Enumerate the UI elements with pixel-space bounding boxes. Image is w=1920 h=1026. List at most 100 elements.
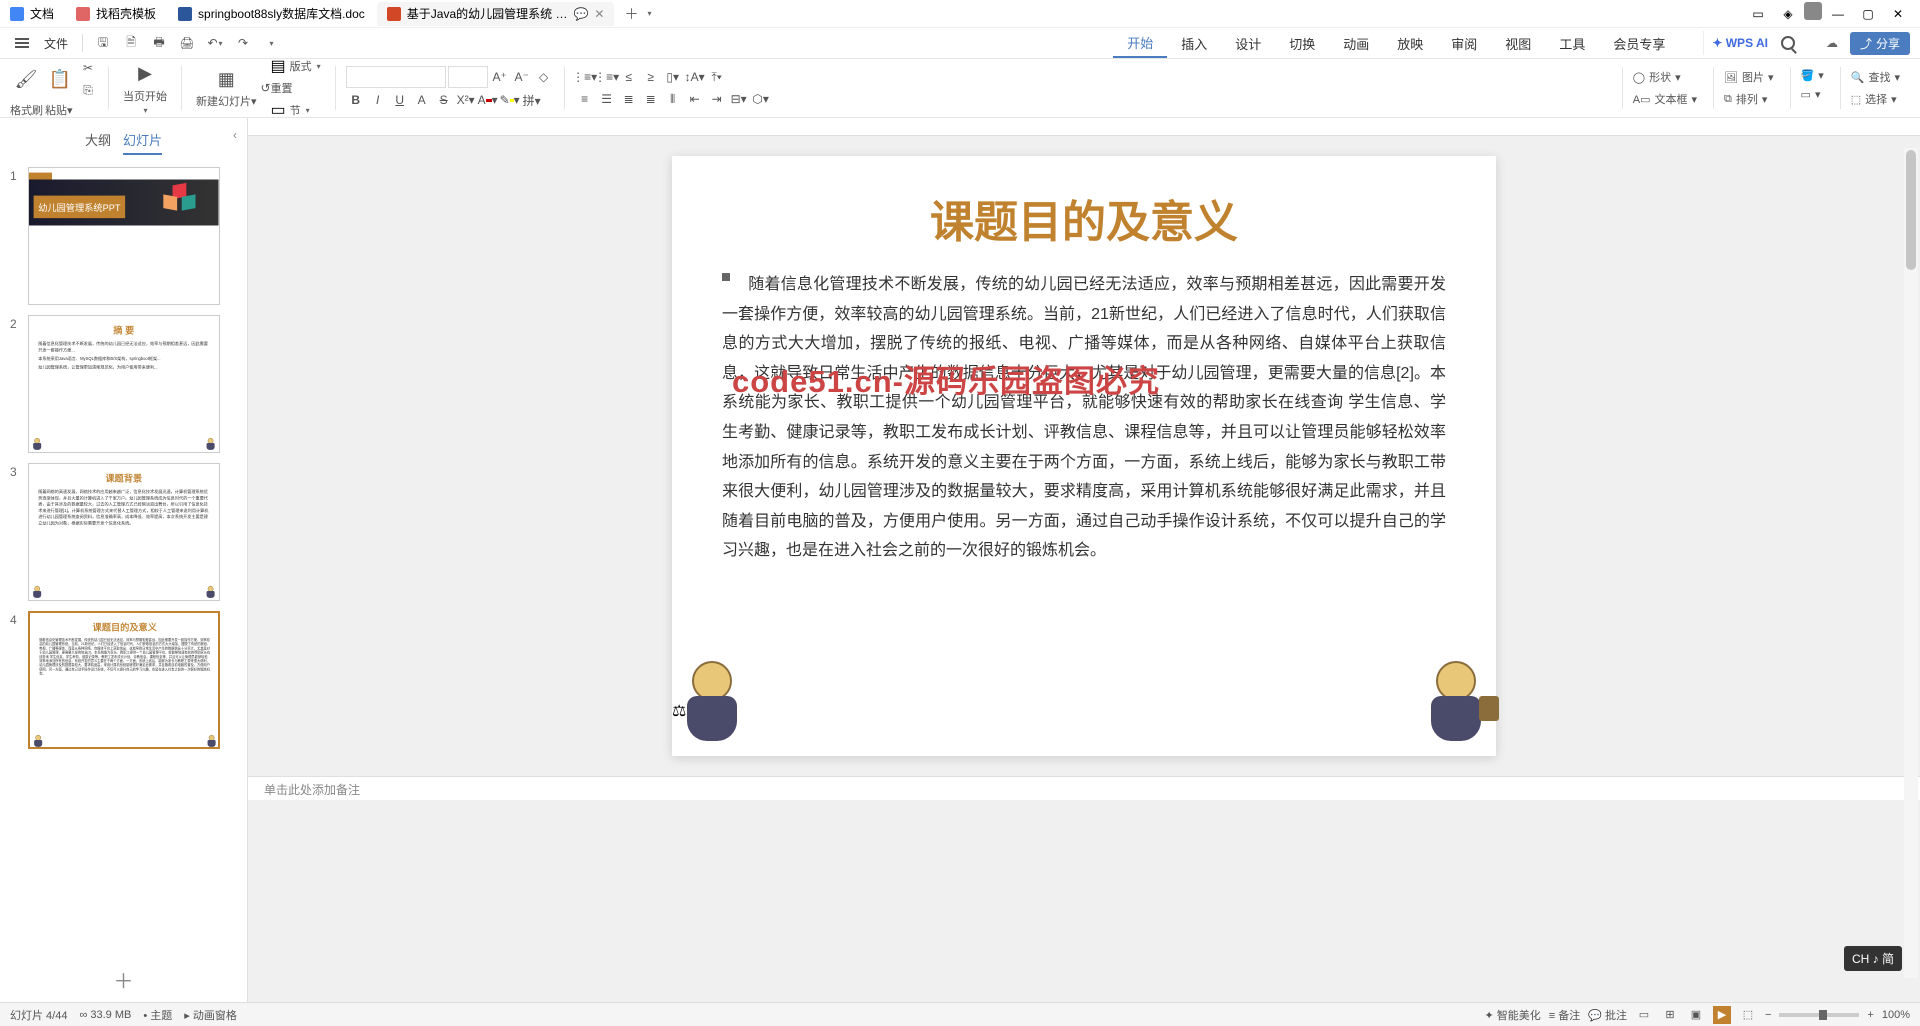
scrollbar-thumb[interactable] (1906, 150, 1916, 270)
share-button[interactable]: ⤴ 分享 (1850, 32, 1910, 55)
print-preview-icon[interactable]: 🖨 (175, 31, 199, 55)
cloud-sync-icon[interactable]: ☁ (1820, 31, 1844, 55)
section-button[interactable]: ▭节▾ (267, 100, 325, 120)
close-window-button[interactable]: ✕ (1884, 2, 1912, 26)
zoom-level[interactable]: 100% (1882, 1009, 1910, 1021)
paste-button[interactable]: 📋 (44, 67, 76, 91)
decrease-indent-icon[interactable]: ≤ (619, 67, 639, 87)
undo-icon[interactable]: ↶▾ (203, 31, 227, 55)
start-from-current-button[interactable]: ▶当页开始▾ (119, 62, 171, 115)
wps-ai-button[interactable]: ✦ WPS AI (1712, 36, 1768, 50)
add-slide-button[interactable]: ＋ (0, 957, 247, 1002)
format-brush-button[interactable]: 🖌 (10, 67, 42, 91)
italic-icon[interactable]: I (368, 90, 388, 110)
save-icon[interactable]: 🖫 (91, 31, 115, 55)
arrange-button[interactable]: ⧉排列▾ (1720, 89, 1778, 109)
search-icon[interactable] (1776, 31, 1800, 55)
close-icon[interactable]: ✕ (594, 7, 604, 21)
align-center-icon[interactable]: ☰ (597, 89, 617, 109)
sorter-view-icon[interactable]: ⊞ (1661, 1006, 1679, 1024)
export-icon[interactable]: 🗎 (119, 31, 143, 55)
menu-start[interactable]: 开始 (1113, 28, 1167, 58)
decrease-font-icon[interactable]: A⁻ (512, 67, 532, 87)
zoom-in-button[interactable]: + (1867, 1009, 1873, 1021)
browser-view-icon[interactable]: ⬚ (1739, 1006, 1757, 1024)
menu-view[interactable]: 视图 (1491, 28, 1545, 58)
shape-button[interactable]: ◯形状▾ (1629, 67, 1701, 87)
ime-indicator[interactable]: CH ♪ 简 (1844, 946, 1902, 971)
tab-word[interactable]: springboot88sly数据库文档.doc (168, 2, 375, 26)
select-button[interactable]: ⬚选择▾ (1847, 89, 1904, 109)
slide-canvas[interactable]: 课题目的及意义 随着信息化管理技术不断发展，传统的幼儿园已经无法适应，效率与预期… (672, 156, 1496, 756)
menu-review[interactable]: 审阅 (1437, 28, 1491, 58)
hamburger-icon[interactable] (10, 31, 34, 55)
paste-label[interactable]: 粘贴▾ (45, 102, 73, 118)
slide-body[interactable]: 随着信息化管理技术不断发展，传统的幼儿园已经无法适应，效率与预期相差甚远，因此需… (722, 270, 1446, 566)
layout-button[interactable]: ▤版式▾ (267, 56, 325, 76)
indent-left-icon[interactable]: ⇤ (685, 89, 705, 109)
align-right-icon[interactable]: ≣ (619, 89, 639, 109)
thumbnail-4[interactable]: 课题目的及意义 随着信息化管理技术不断发展，传统的幼儿园已经无法适应，效率与预期… (28, 611, 220, 749)
image-button[interactable]: 🖼图片▾ (1720, 67, 1778, 87)
clear-format-icon[interactable]: ◇ (534, 67, 554, 87)
notes-toggle[interactable]: ≡ 备注 (1549, 1007, 1580, 1023)
file-menu[interactable]: 文件 (38, 35, 74, 52)
columns-icon[interactable]: ▯▾ (663, 67, 683, 87)
align-left-icon[interactable]: ≡ (575, 89, 595, 109)
textbox-button[interactable]: A▭文本框▾ (1629, 89, 1701, 109)
outline-button[interactable]: ▭▾ (1797, 86, 1828, 103)
menu-slideshow[interactable]: 放映 (1383, 28, 1437, 58)
menu-animation[interactable]: 动画 (1329, 28, 1383, 58)
vertical-scrollbar[interactable] (1904, 148, 1918, 978)
more-qa-icon[interactable]: ▾ (259, 31, 283, 55)
thumbnail-1[interactable]: 幼儿园管理系统PPT (28, 167, 220, 305)
redo-icon[interactable]: ↷ (231, 31, 255, 55)
distribute-icon[interactable]: ⫴ (663, 89, 683, 109)
minimize-button[interactable]: — (1824, 2, 1852, 26)
maximize-button[interactable]: ▢ (1854, 2, 1882, 26)
menu-design[interactable]: 设计 (1221, 28, 1275, 58)
copy-icon[interactable]: ⎘ (78, 80, 98, 100)
add-tab-button[interactable]: ＋ (616, 4, 646, 24)
font-color-icon[interactable]: A▾ (478, 90, 498, 110)
restore-tabs-icon[interactable]: ▭ (1744, 2, 1772, 26)
tab-menu-caret[interactable]: ▾ (647, 9, 651, 18)
reading-view-icon[interactable]: ▣ (1687, 1006, 1705, 1024)
notes-placeholder[interactable]: 单击此处添加备注 (248, 776, 1920, 800)
align-justify-icon[interactable]: ≣ (641, 89, 661, 109)
nav-tab-outline[interactable]: 大纲 (85, 126, 111, 155)
comment-bubble-icon[interactable]: 💬 (573, 7, 588, 21)
thumbnail-3[interactable]: 课题背景 随着网络的高速发展，网络技术的应用越来越广泛，信息化技术发展迅速，计算… (28, 463, 220, 601)
animation-pane-button[interactable]: ▸ 动画窗格 (184, 1007, 237, 1023)
zoom-slider[interactable] (1779, 1013, 1859, 1017)
avatar-icon[interactable] (1804, 2, 1822, 20)
increase-font-icon[interactable]: A⁺ (490, 67, 510, 87)
superscript-icon[interactable]: X²▾ (456, 90, 476, 110)
menu-vip[interactable]: 会员专享 (1599, 28, 1679, 58)
zoom-out-button[interactable]: − (1765, 1009, 1771, 1021)
cut-icon[interactable]: ✂ (78, 58, 98, 78)
tab-ppt-active[interactable]: 基于Java的幼儿园管理系统 …💬✕ (377, 2, 615, 26)
underline-icon[interactable]: U (390, 90, 410, 110)
tab-template[interactable]: 找稻壳模板 (66, 2, 166, 26)
slideshow-view-icon[interactable]: ▶ (1713, 1006, 1731, 1024)
tab-doc[interactable]: 文档 (0, 2, 64, 26)
shadow-icon[interactable]: A (412, 90, 432, 110)
slide-title[interactable]: 课题目的及意义 (722, 186, 1446, 250)
reset-icon[interactable]: ↺ 重置 (267, 78, 287, 98)
strike-icon[interactable]: S (434, 90, 454, 110)
increase-indent-icon[interactable]: ≥ (641, 67, 661, 87)
menu-tools[interactable]: 工具 (1545, 28, 1599, 58)
indent-right-icon[interactable]: ⇥ (707, 89, 727, 109)
vertical-align-icon[interactable]: ⊟▾ (729, 89, 749, 109)
change-case-icon[interactable]: 拼▾ (522, 90, 542, 110)
line-spacing-icon[interactable]: ↕A▾ (685, 67, 705, 87)
find-button[interactable]: 🔍查找▾ (1847, 67, 1904, 87)
font-size-select[interactable] (448, 66, 488, 88)
font-family-select[interactable] (346, 66, 446, 88)
print-icon[interactable]: 🖶 (147, 31, 171, 55)
bullets-icon[interactable]: ⋮≡▾ (575, 67, 595, 87)
numbering-icon[interactable]: ⋮≡▾ (597, 67, 617, 87)
highlight-icon[interactable]: ✎▾ (500, 90, 520, 110)
normal-view-icon[interactable]: ▭ (1635, 1006, 1653, 1024)
